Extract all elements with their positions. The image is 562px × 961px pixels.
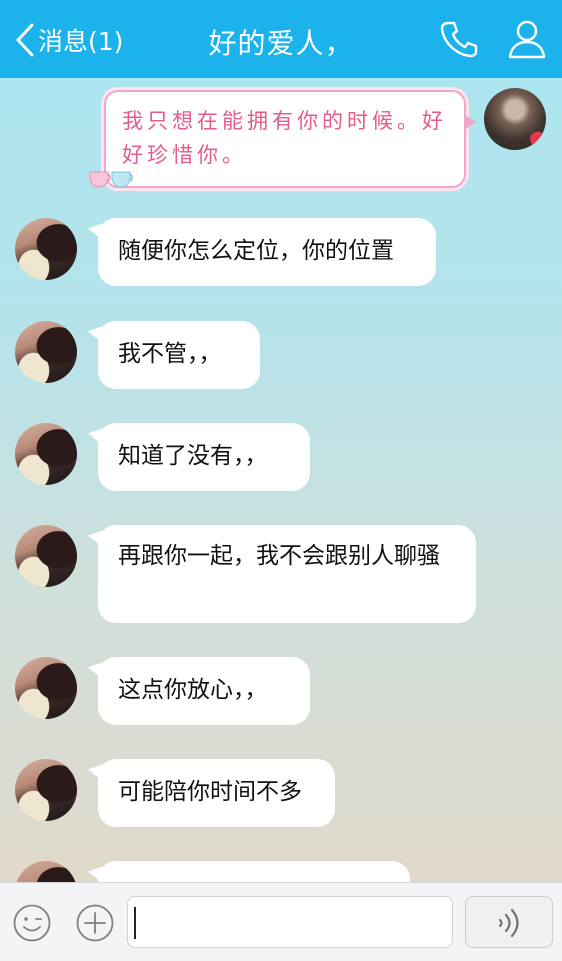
chat-area[interactable]: 我只想在能拥有你的时候。好好珍惜你。 随便你怎么定位，你的位置 我不管，， 知道… bbox=[0, 78, 562, 882]
message-text: 再跟你一起，我不会跟别人聊骚 bbox=[118, 543, 440, 569]
emoji-icon[interactable] bbox=[12, 903, 52, 943]
contact-avatar[interactable] bbox=[15, 657, 77, 719]
voice-wave-icon bbox=[498, 908, 519, 938]
received-message-bubble[interactable]: 可能陪你时间不多 bbox=[98, 759, 335, 827]
chat-title: 好的爱人， bbox=[208, 27, 354, 60]
message-text: 知道了没有，， bbox=[118, 443, 268, 469]
message-text: 我不管，， bbox=[118, 341, 222, 367]
voice-button[interactable] bbox=[465, 896, 553, 948]
sent-message-text: 我只想在能拥有你的时候。好好珍惜你。 bbox=[122, 109, 447, 167]
received-message-bubble[interactable]: 知道了没有，， bbox=[98, 423, 310, 491]
contact-avatar[interactable] bbox=[15, 861, 77, 882]
back-label: 消息(1) bbox=[38, 27, 124, 56]
contact-avatar[interactable] bbox=[15, 321, 77, 383]
received-message-bubble[interactable]: 再跟你一起，我不会跟别人聊骚 bbox=[98, 525, 476, 623]
sent-message-bubble[interactable]: 我只想在能拥有你的时候。好好珍惜你。 bbox=[104, 90, 476, 188]
phone-icon[interactable] bbox=[440, 20, 478, 58]
chat-header: 消息(1) 好的爱人， bbox=[0, 0, 562, 78]
received-message-bubble[interactable]: 这点你放心，， bbox=[98, 657, 310, 725]
my-avatar[interactable] bbox=[484, 88, 546, 150]
chevron-left-icon bbox=[16, 23, 34, 57]
contact-avatar[interactable] bbox=[15, 525, 77, 587]
profile-icon[interactable] bbox=[508, 19, 546, 59]
text-caret bbox=[134, 907, 136, 939]
message-input[interactable] bbox=[127, 896, 453, 948]
message-text: 可能陪你时间不多 bbox=[118, 779, 302, 805]
message-text: 这点你放心，， bbox=[118, 677, 268, 703]
message-text: 随便你怎么定位，你的位置 bbox=[118, 238, 394, 264]
contact-avatar[interactable] bbox=[15, 218, 77, 280]
contact-avatar[interactable] bbox=[15, 759, 77, 821]
back-button[interactable]: 消息(1) bbox=[14, 20, 123, 60]
heart-icon bbox=[528, 129, 546, 147]
input-bar bbox=[0, 882, 562, 961]
received-message-bubble[interactable]: 随便你怎么定位，你的位置 bbox=[98, 218, 436, 286]
received-message-bubble[interactable]: 我不管，， bbox=[98, 321, 260, 389]
contact-avatar[interactable] bbox=[15, 423, 77, 485]
plus-icon[interactable] bbox=[75, 903, 115, 943]
teacups-decoration-icon bbox=[89, 171, 133, 188]
received-message-bubble[interactable] bbox=[98, 861, 410, 882]
bubble-tail bbox=[464, 114, 476, 130]
